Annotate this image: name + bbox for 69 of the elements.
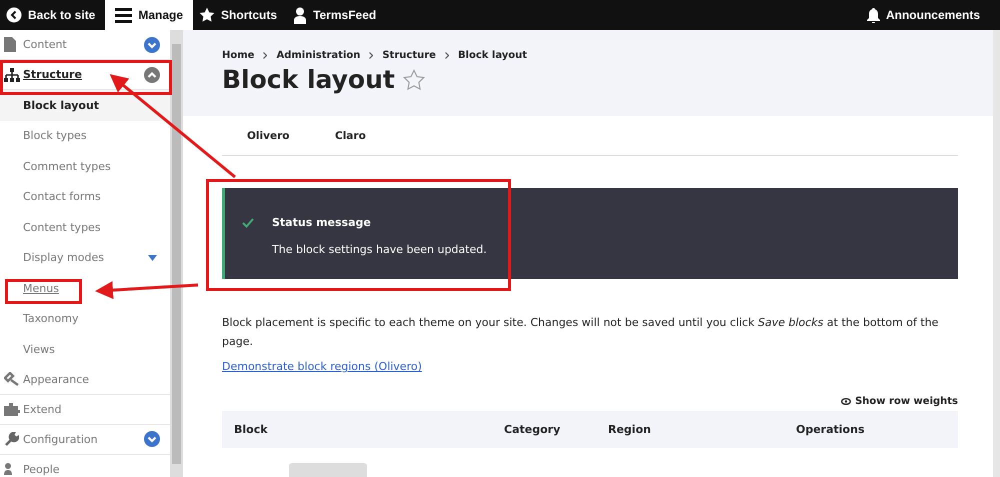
sidebar-submenu-item[interactable]: Contact forms [0, 182, 170, 212]
eye-icon [841, 398, 852, 405]
star-icon [199, 7, 216, 23]
chevron-right-icon [369, 52, 374, 59]
submenu-label: Comment types [23, 160, 111, 173]
wrench-icon [4, 432, 19, 446]
submenu-label: Display modes [23, 251, 104, 264]
scrollbar[interactable] [170, 30, 183, 477]
expand-icon[interactable] [144, 36, 160, 52]
theme-tab[interactable]: Olivero [247, 116, 335, 155]
demonstrate-regions-link[interactable]: Demonstrate block regions (Olivero) [222, 360, 422, 373]
breadcrumb-link[interactable]: Structure [382, 50, 436, 61]
back-icon [6, 7, 22, 23]
menu-icon [115, 8, 132, 22]
submenu-label: Block layout [23, 98, 100, 112]
toolbar-tab[interactable]: TermsFeed [287, 0, 386, 30]
status-text: The block settings have been updated. [272, 243, 487, 256]
puzzle-icon [4, 402, 20, 416]
sidebar-menu-item[interactable]: Content [0, 30, 170, 60]
user-icon [293, 6, 308, 24]
checkmark-icon [242, 218, 254, 228]
breadcrumb-link[interactable]: Administration [276, 50, 360, 61]
show-row-weights-link[interactable]: Show row weights [841, 396, 958, 407]
sidebar-label: People [23, 462, 61, 476]
sidebar-submenu-item[interactable]: Comment types [0, 151, 170, 182]
breadcrumb-link[interactable]: Home [222, 50, 254, 61]
people-icon [4, 463, 12, 475]
submenu-label: Block types [23, 129, 87, 142]
page-title: Block layout [222, 65, 395, 94]
sidebar-menu-item[interactable]: Extend [0, 394, 170, 424]
collapse-icon[interactable] [144, 66, 160, 82]
sidebar-submenu-item[interactable]: Menus [0, 273, 170, 304]
expand-icon[interactable] [144, 431, 160, 447]
theme-tab[interactable]: Claro [335, 116, 423, 155]
hierarchy-icon [4, 68, 20, 82]
column-header: Operations [796, 423, 864, 436]
column-header: Region [608, 423, 651, 436]
submenu-label: Menus [23, 282, 59, 295]
sidebar-menu-item[interactable]: Configuration [0, 424, 170, 454]
star-icon[interactable] [402, 68, 425, 90]
sidebar-label: Content [23, 38, 68, 51]
sidebar-label: Appearance [23, 372, 90, 386]
submenu-label: Contact forms [23, 190, 101, 204]
page-scrollbar[interactable] [993, 30, 1000, 477]
submenu-label: Taxonomy [23, 312, 78, 326]
status-title: Status message [272, 216, 372, 229]
description-text: Block placement is specific to each theme on your site. Changes will not be saved until you click Save blocks at the bottom of the page. [222, 315, 940, 350]
sidebar-submenu-item[interactable]: Taxonomy [0, 304, 170, 334]
sidebar-submenu-item[interactable]: Display modes [0, 242, 170, 273]
sidebar-submenu-item[interactable]: Block types [0, 120, 170, 151]
bell-icon [866, 8, 880, 22]
sidebar-submenu-item[interactable]: Views [0, 334, 170, 364]
column-header: Block [234, 423, 268, 436]
submenu-label: Content types [23, 220, 101, 234]
document-icon [4, 37, 16, 52]
sidebar-label: Configuration [23, 432, 99, 446]
dropdown-triangle-icon[interactable] [148, 254, 157, 261]
chevron-right-icon [263, 52, 268, 59]
sidebar-label: Extend [23, 402, 62, 416]
submenu-label: Views [23, 342, 55, 356]
toolbar-tab[interactable]: Manage [105, 0, 194, 30]
toolbar-tab[interactable]: Shortcuts [193, 0, 288, 30]
breadcrumb-link[interactable]: Block layout [458, 50, 528, 61]
column-header: Category [504, 423, 560, 436]
sidebar-submenu-item[interactable]: Content types [0, 212, 170, 242]
sidebar-label: Structure [23, 68, 83, 81]
announcements-button[interactable]: Announcements [860, 0, 990, 30]
chevron-right-icon [444, 52, 449, 59]
toolbar-tab[interactable]: Back to site [0, 0, 106, 30]
